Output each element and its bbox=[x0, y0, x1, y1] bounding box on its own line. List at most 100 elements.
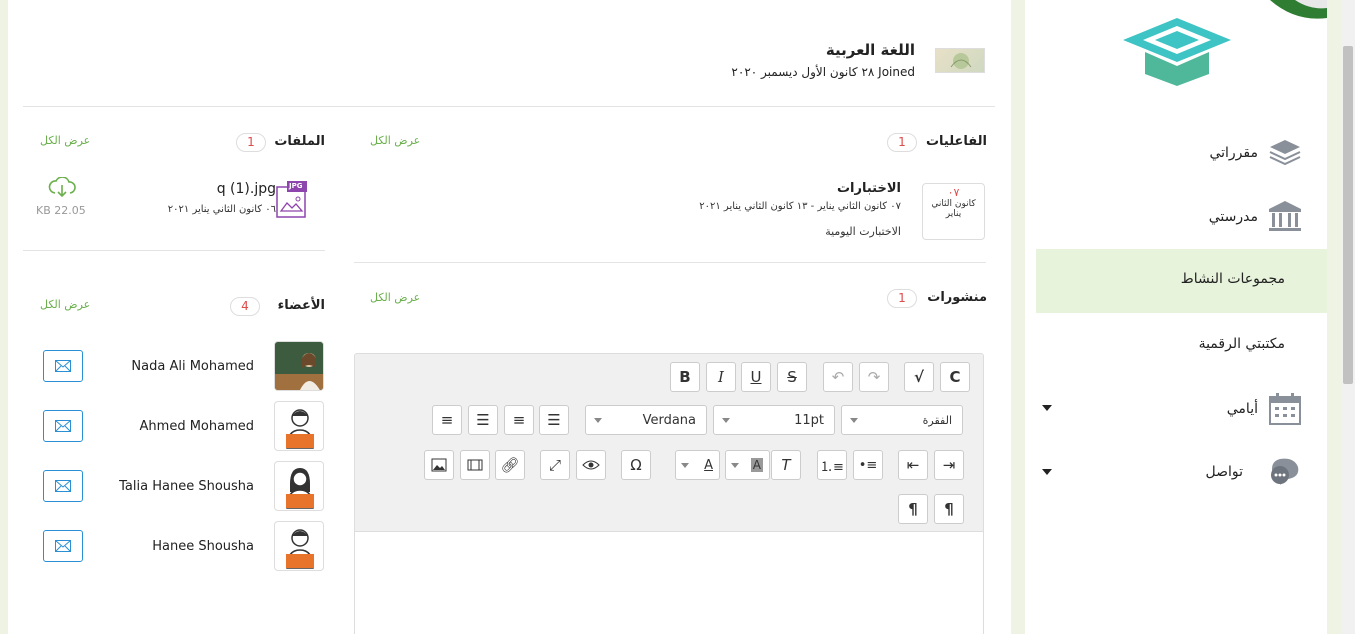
strikethrough-button[interactable]: S bbox=[777, 362, 807, 392]
numbered-list-button[interactable]: ⒈≡ bbox=[817, 450, 847, 480]
envelope-icon bbox=[55, 420, 71, 432]
member-avatar-male[interactable] bbox=[274, 401, 324, 451]
message-member-button[interactable] bbox=[43, 470, 83, 502]
align-left-icon: ≡ bbox=[440, 411, 454, 429]
align-left-button[interactable]: ≡ bbox=[432, 405, 462, 435]
underline-button[interactable]: U bbox=[741, 362, 771, 392]
font-size-select[interactable]: 11pt bbox=[713, 405, 835, 435]
clear-formatting-button[interactable]: T bbox=[771, 450, 801, 480]
paragraph-format-select[interactable]: الفقرة bbox=[841, 405, 963, 435]
bold-button[interactable]: B bbox=[670, 362, 700, 392]
jpg-file-icon: JPG bbox=[275, 181, 309, 218]
download-cloud-icon[interactable] bbox=[48, 176, 76, 199]
bullet-list-button[interactable]: •≡ bbox=[853, 450, 883, 480]
italic-button[interactable]: I bbox=[706, 362, 736, 392]
message-member-button[interactable] bbox=[43, 350, 83, 382]
message-member-button[interactable] bbox=[43, 530, 83, 562]
file-name[interactable]: q (1).jpg bbox=[217, 181, 276, 197]
member-avatar-male[interactable] bbox=[274, 521, 324, 571]
align-justify-button[interactable]: ☰ bbox=[539, 405, 569, 435]
posts-heading: منشورات bbox=[927, 290, 987, 305]
text-color-icon: A bbox=[704, 457, 713, 473]
align-right-icon: ≡ bbox=[512, 411, 526, 429]
sidebar-item-activity-groups[interactable]: مجموعات النشاط bbox=[1181, 271, 1285, 287]
event-date-badge: ٠٧ كانون الثاني يناير bbox=[922, 183, 985, 240]
chat-icon bbox=[1268, 455, 1304, 489]
sidebar-item-courses[interactable]: مقرراتي bbox=[1209, 145, 1258, 161]
special-character-button[interactable]: Ω bbox=[621, 450, 651, 480]
redo-button[interactable]: ↷ bbox=[859, 362, 889, 392]
file-size: KB 22.05 bbox=[36, 204, 86, 217]
sidebar-item-my-days[interactable]: أيامي bbox=[1227, 401, 1258, 417]
sidebar: مقرراتي مدرستي مجموعات النشاط مكتبتي الر… bbox=[1025, 0, 1327, 634]
activities-count-badge: 1 bbox=[887, 133, 917, 152]
envelope-icon bbox=[55, 540, 71, 552]
files-count-badge: 1 bbox=[236, 133, 266, 152]
event-badge-month: كانون الثاني bbox=[931, 199, 976, 209]
sidebar-item-digital-library[interactable]: مكتبتي الرقمية bbox=[1199, 336, 1285, 352]
outdent-button[interactable]: ⇤ bbox=[898, 450, 928, 480]
members-view-all-link[interactable]: عرض الكل bbox=[40, 298, 90, 311]
chevron-down-icon[interactable] bbox=[1042, 405, 1052, 411]
editor-body[interactable] bbox=[354, 531, 984, 634]
school-logo[interactable] bbox=[1123, 18, 1231, 88]
preview-button[interactable] bbox=[576, 450, 606, 480]
chevron-down-icon bbox=[681, 463, 689, 468]
insert-media-button[interactable] bbox=[460, 450, 490, 480]
member-avatar-photo[interactable] bbox=[274, 341, 324, 391]
ltr-direction-button[interactable]: ¶ bbox=[898, 494, 928, 524]
sidebar-item-communication[interactable]: تواصل bbox=[1205, 464, 1243, 480]
event-title[interactable]: الاختبارات bbox=[837, 181, 901, 196]
activities-heading: الفاعليات bbox=[925, 134, 987, 149]
align-center-icon: ☰ bbox=[476, 411, 490, 429]
scrollbar-thumb[interactable] bbox=[1343, 46, 1353, 384]
film-icon bbox=[467, 459, 483, 471]
fullscreen-icon: ⤢ bbox=[548, 456, 561, 474]
insert-link-button[interactable]: 🔗︎ bbox=[495, 450, 525, 480]
envelope-icon bbox=[55, 480, 71, 492]
event-date-range: ٠٧ كانون الثاني يناير - ١٣ كانون الثاني … bbox=[699, 201, 901, 212]
sidebar-item-school[interactable]: مدرستي bbox=[1209, 209, 1258, 225]
align-right-button[interactable]: ≡ bbox=[504, 405, 534, 435]
event-subtitle: الاختبارت اليومية bbox=[825, 225, 901, 238]
member-name[interactable]: Ahmed Mohamed bbox=[140, 419, 254, 434]
files-divider bbox=[23, 250, 325, 251]
math-button[interactable]: √ bbox=[904, 362, 934, 392]
chevron-down-icon[interactable] bbox=[1042, 469, 1052, 475]
member-name[interactable]: Talia Hanee Shousha bbox=[119, 479, 254, 494]
bullet-list-icon: •≡ bbox=[858, 457, 878, 473]
member-name[interactable]: Hanee Shousha bbox=[152, 539, 254, 554]
message-member-button[interactable] bbox=[43, 410, 83, 442]
chevron-down-icon bbox=[731, 463, 739, 468]
envelope-icon bbox=[55, 360, 71, 372]
file-date: ٠٦ كانون الثاني يناير ٢٠٢١ bbox=[167, 204, 276, 215]
indent-button[interactable]: ⇥ bbox=[934, 450, 964, 480]
rtl-direction-button[interactable]: ¶ bbox=[934, 494, 964, 524]
align-justify-icon: ☰ bbox=[547, 411, 561, 429]
background-color-button[interactable]: A bbox=[725, 450, 770, 480]
file-type-label: JPG bbox=[289, 182, 303, 190]
eye-icon bbox=[582, 460, 600, 470]
insert-image-button[interactable] bbox=[424, 450, 454, 480]
paragraph-format-value: الفقرة bbox=[922, 413, 952, 427]
editor-toolbar bbox=[354, 353, 984, 532]
member-avatar-female[interactable] bbox=[274, 461, 324, 511]
member-name[interactable]: Nada Ali Mohamed bbox=[131, 359, 254, 374]
align-center-button[interactable]: ☰ bbox=[468, 405, 498, 435]
undo-button[interactable]: ↶ bbox=[823, 362, 853, 392]
activities-view-all-link[interactable]: عرض الكل bbox=[370, 134, 420, 147]
indent-icon: ⇥ bbox=[942, 456, 956, 474]
chemistry-button[interactable]: C bbox=[940, 362, 970, 392]
redo-icon: ↷ bbox=[867, 368, 881, 386]
posts-view-all-link[interactable]: عرض الكل bbox=[370, 291, 420, 304]
fullscreen-button[interactable]: ⤢ bbox=[540, 450, 570, 480]
clear-format-icon: T bbox=[781, 456, 791, 474]
c-icon: C bbox=[949, 368, 961, 386]
main-content: اللغة العربية Joined ٢٨ كانون الأول ديسم… bbox=[8, 0, 1011, 634]
files-view-all-link[interactable]: عرض الكل bbox=[40, 134, 90, 147]
page-scrollbar[interactable] bbox=[1341, 0, 1355, 634]
text-color-button[interactable]: A bbox=[675, 450, 720, 480]
font-family-select[interactable]: Verdana bbox=[585, 405, 707, 435]
chevron-down-icon bbox=[722, 418, 730, 423]
corner-decoration bbox=[1265, 0, 1327, 24]
